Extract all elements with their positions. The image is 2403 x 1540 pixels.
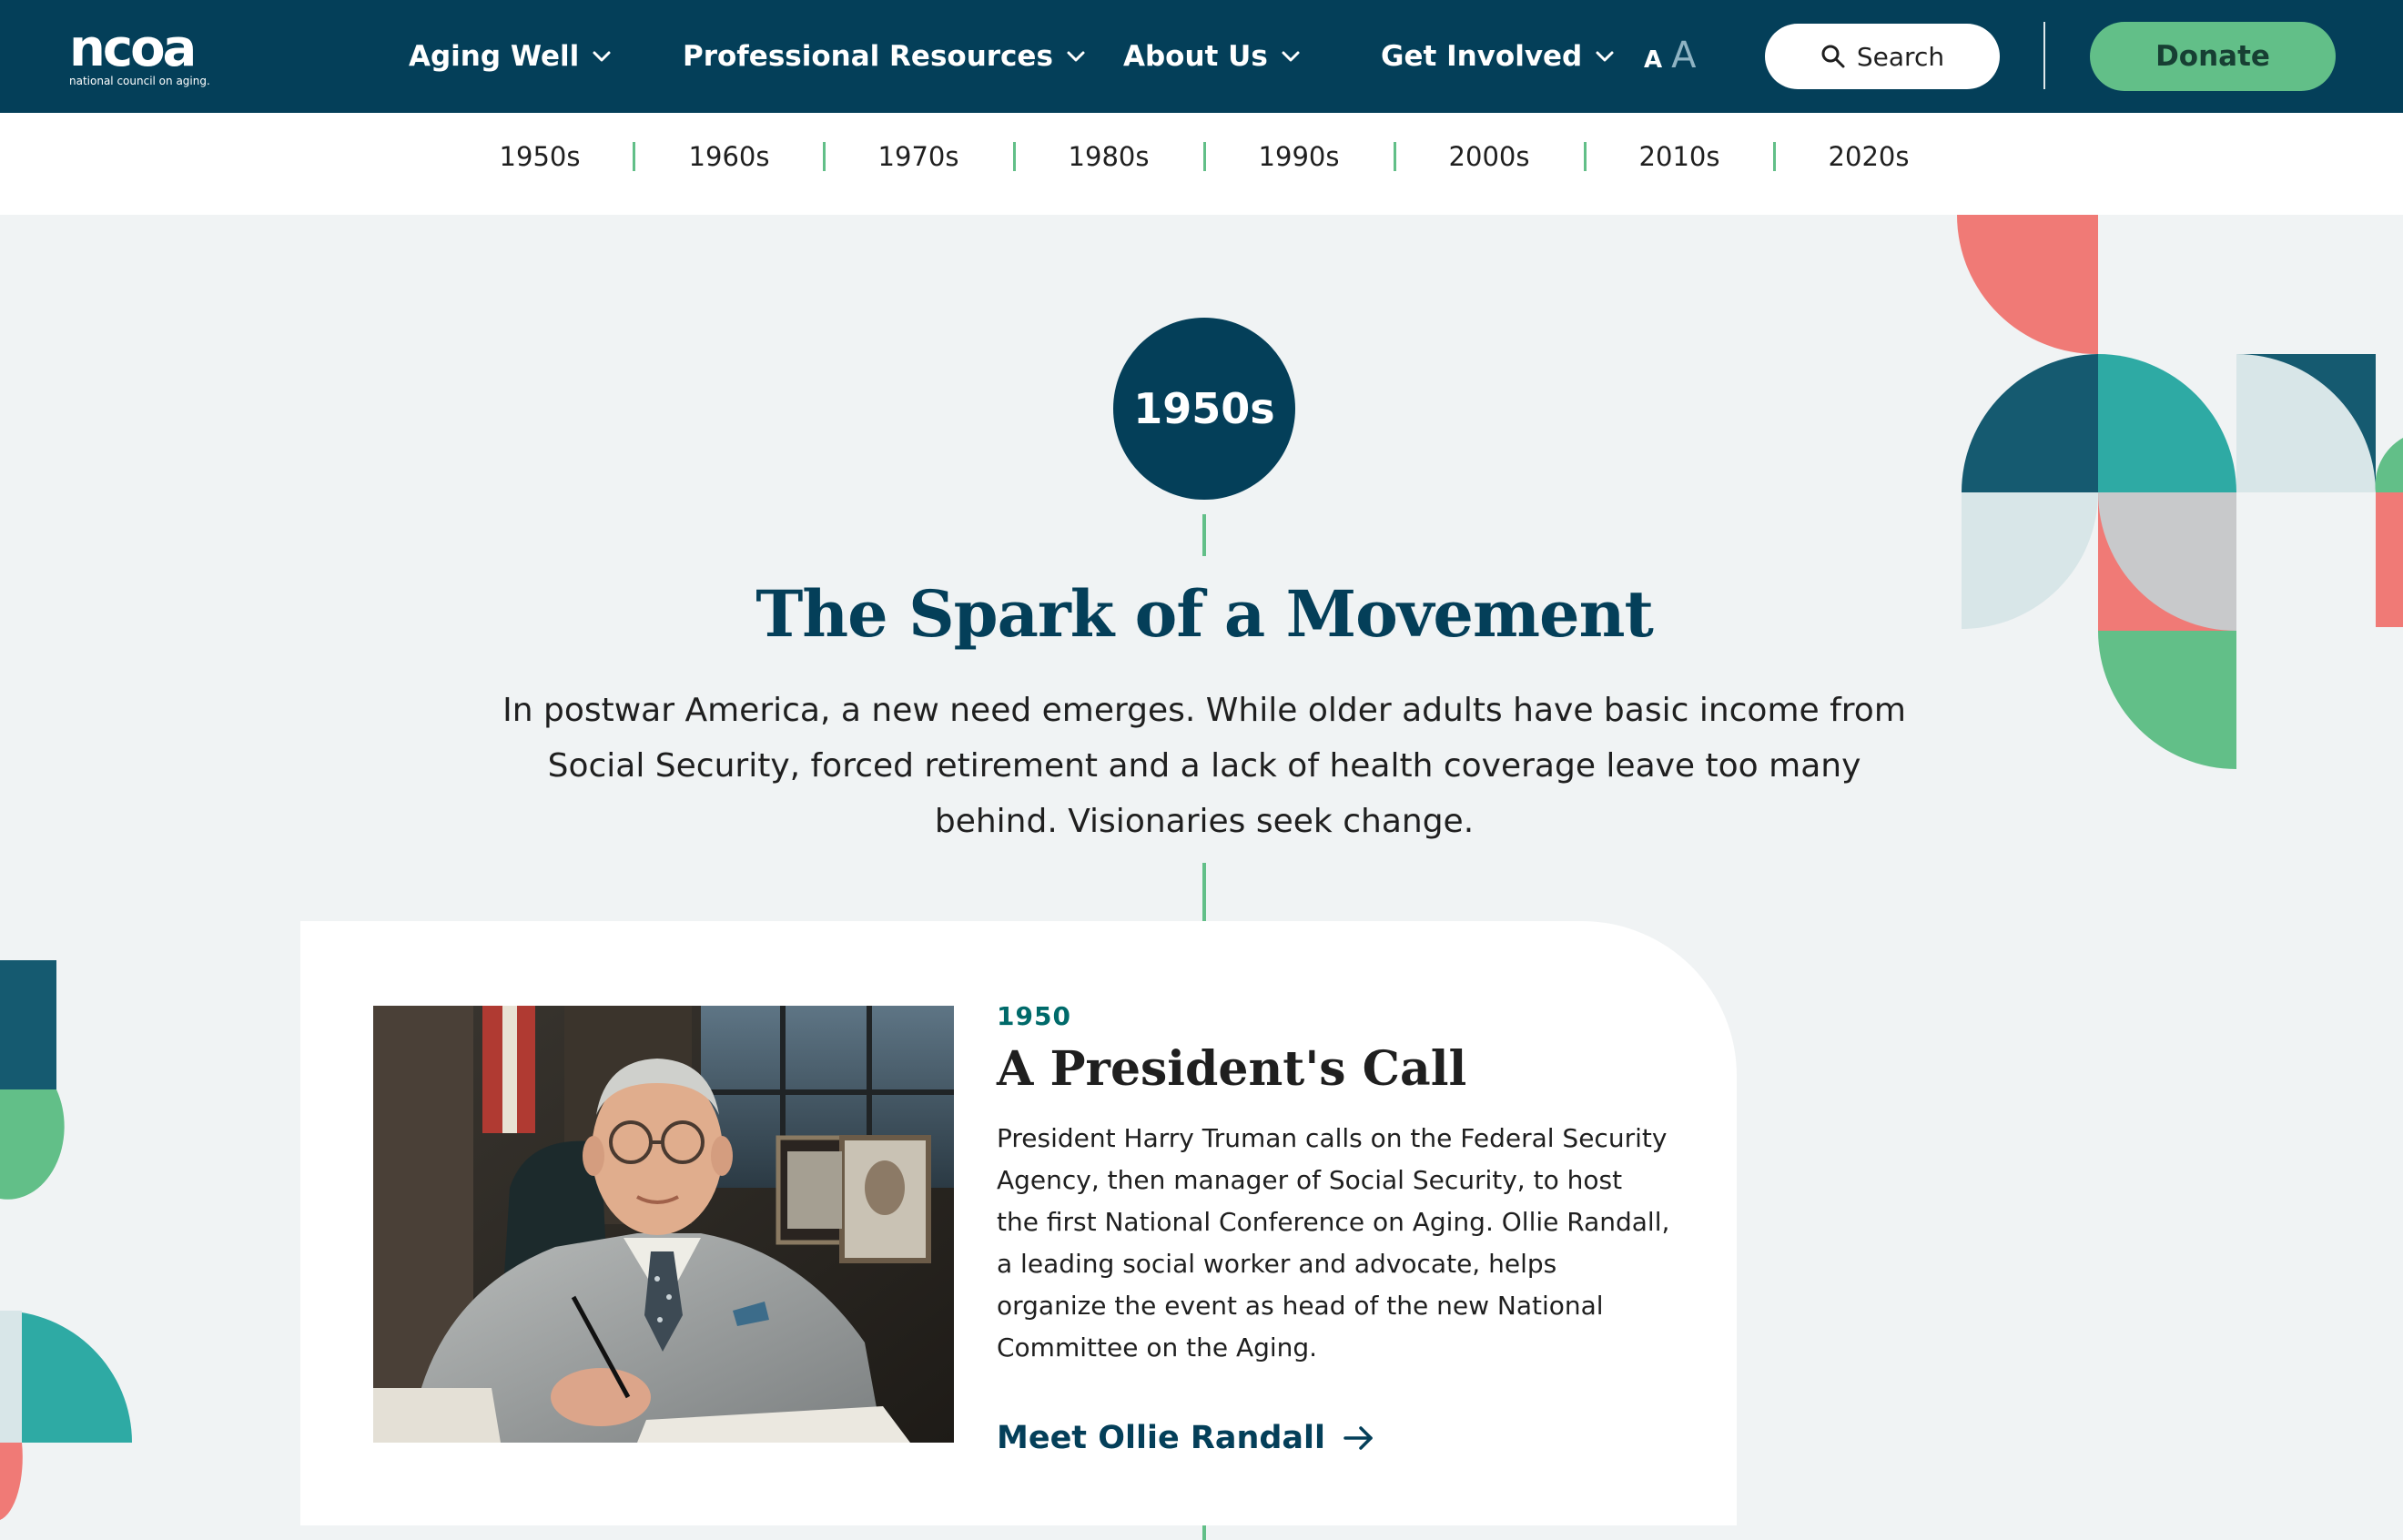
decade-link-2000s[interactable]: 2000s xyxy=(1449,137,1530,177)
decade-link-2010s[interactable]: 2010s xyxy=(1639,137,1720,177)
card-title: A President's Call xyxy=(997,1041,1467,1097)
section-intro: In postwar America, a new need emerges. … xyxy=(502,692,1906,840)
truman-photo xyxy=(373,1006,954,1443)
decade-separator xyxy=(1584,142,1587,171)
decade-nav: 1950s 1960s 1970s 1980s 1990s 2000s 2010… xyxy=(0,113,2403,215)
nav-label: Aging Well xyxy=(409,40,580,73)
header-divider xyxy=(2043,22,2045,89)
chevron-down-icon xyxy=(1596,51,1614,62)
font-size-toggle[interactable]: A A xyxy=(1644,35,1697,80)
nav-get-involved[interactable]: Get Involved xyxy=(1381,36,1615,76)
decade-link-1980s[interactable]: 1980s xyxy=(1069,137,1150,177)
card-year: 1950 xyxy=(997,1001,1071,1031)
decade-link-1950s[interactable]: 1950s xyxy=(500,137,581,177)
site-header: ncoa national council on aging. Aging We… xyxy=(0,0,2403,113)
chevron-down-icon xyxy=(1282,51,1300,62)
chevron-down-icon xyxy=(1067,51,1085,62)
meet-ollie-randall-link[interactable]: Meet Ollie Randall xyxy=(997,1413,1374,1464)
nav-aging-well[interactable]: Aging Well xyxy=(409,36,612,76)
donate-button[interactable]: Donate xyxy=(2090,22,2336,91)
card-description: President Harry Truman calls on the Fede… xyxy=(997,1123,1670,1363)
timeline-connector xyxy=(1202,1525,1206,1540)
link-label: Meet Ollie Randall xyxy=(997,1420,1326,1456)
decade-separator xyxy=(1394,142,1396,171)
decade-link-1970s[interactable]: 1970s xyxy=(878,137,959,177)
search-label: Search xyxy=(1856,41,1945,72)
nav-label: About Us xyxy=(1123,40,1268,73)
nav-label: Professional Resources xyxy=(683,40,1053,73)
nav-label: Get Involved xyxy=(1381,40,1583,73)
decade-link-1990s[interactable]: 1990s xyxy=(1259,137,1340,177)
timeline-card: 1950 A President's Call President Harry … xyxy=(300,921,1737,1525)
decade-separator xyxy=(1203,142,1206,171)
nav-professional-resources[interactable]: Professional Resources xyxy=(683,36,1086,76)
search-icon xyxy=(1821,45,1845,68)
decade-link-1960s[interactable]: 1960s xyxy=(689,137,770,177)
timeline-connector xyxy=(1202,514,1206,556)
font-size-large[interactable]: A xyxy=(1671,35,1696,76)
decorative-shapes-right xyxy=(1957,215,2403,769)
decade-badge: 1950s xyxy=(1113,318,1295,500)
logo-mark: ncoa xyxy=(69,19,197,78)
chevron-down-icon xyxy=(593,51,611,62)
decade-separator xyxy=(1773,142,1776,171)
timeline-connector xyxy=(1202,863,1206,921)
logo-tagline: national council on aging. xyxy=(69,75,210,87)
section-title: The Spark of a Movement xyxy=(755,576,1654,652)
arrow-right-icon xyxy=(1343,1426,1373,1450)
decade-separator xyxy=(633,142,635,171)
font-size-small[interactable]: A xyxy=(1644,46,1662,74)
ncoa-logo[interactable]: ncoa national council on aging. xyxy=(69,19,224,88)
decorative-shapes-left xyxy=(0,960,132,1520)
nav-about-us[interactable]: About Us xyxy=(1123,36,1301,76)
decade-separator xyxy=(823,142,826,171)
search-button[interactable]: Search xyxy=(1765,24,2000,89)
decade-link-2020s[interactable]: 2020s xyxy=(1829,137,1910,177)
decade-separator xyxy=(1013,142,1016,171)
